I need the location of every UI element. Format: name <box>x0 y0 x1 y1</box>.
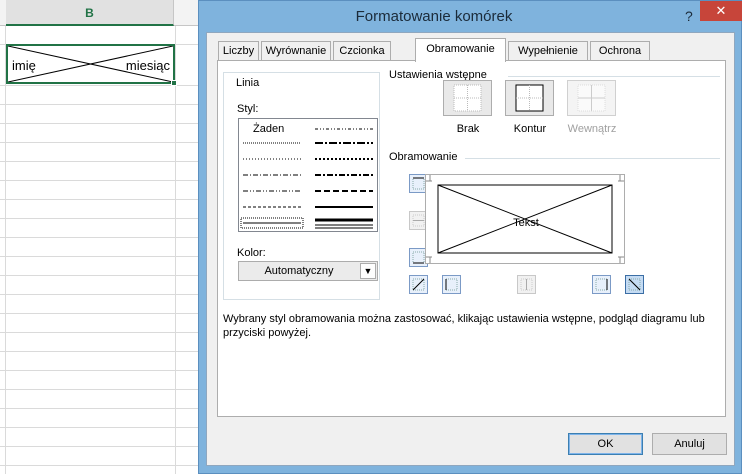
tab-liczby[interactable]: Liczby <box>218 41 259 61</box>
row-divider <box>0 218 210 219</box>
row-divider <box>0 275 210 276</box>
row-divider <box>0 85 210 86</box>
line-style-none[interactable]: Żaden <box>253 123 284 135</box>
border-diagonal-down-button[interactable] <box>625 275 644 294</box>
border-inside-vertical-icon <box>520 278 533 291</box>
color-dropdown-value: Automatyczny <box>264 265 334 277</box>
fill-handle[interactable] <box>171 80 177 86</box>
row-divider <box>0 104 210 105</box>
border-diagonal-down-icon <box>628 278 641 291</box>
help-text: Wybrany styl obramowania można zastosowa… <box>223 313 705 339</box>
cancel-button[interactable]: Anuluj <box>652 433 727 455</box>
dialog-title: Formatowanie komórek <box>355 8 513 25</box>
row-divider <box>0 237 210 238</box>
preset-outline-icon <box>515 84 544 112</box>
row-divider <box>0 446 210 447</box>
border-left-icon <box>445 278 458 291</box>
help-button[interactable]: ? <box>685 8 693 24</box>
cell-text-right: miesiąc <box>125 58 170 73</box>
preset-none-button[interactable] <box>443 80 492 116</box>
chevron-down-icon[interactable]: ▼ <box>360 263 376 279</box>
column-divider <box>175 26 176 474</box>
line-style-list[interactable]: Żaden <box>238 118 378 232</box>
border-diagonal-up-button[interactable] <box>409 275 428 294</box>
preset-inside-icon <box>577 84 606 112</box>
row-divider <box>0 199 210 200</box>
row-divider <box>0 294 210 295</box>
close-button[interactable]: ✕ <box>700 1 742 21</box>
tab-wyrownanie[interactable]: Wyrównanie <box>261 41 331 61</box>
row-divider <box>0 256 210 257</box>
spreadsheet-area: B imię miesiąc <box>0 0 210 474</box>
ok-button[interactable]: OK <box>568 433 643 455</box>
border-diagonal-up-icon <box>412 278 425 291</box>
row-divider <box>0 427 210 428</box>
color-label: Kolor: <box>237 247 266 259</box>
tab-obramowanie[interactable]: Obramowanie <box>415 38 506 62</box>
format-cells-dialog: Formatowanie komórek ? ✕ Liczby Wyrównan… <box>198 0 742 474</box>
row-divider <box>0 465 210 466</box>
cell-text-left: imię <box>12 58 36 73</box>
group-divider <box>465 158 720 159</box>
preset-inside-label: Wewnątrz <box>567 123 617 135</box>
border-group-title: Obramowanie <box>389 151 461 163</box>
border-right-icon <box>595 278 608 291</box>
tab-czcionka[interactable]: Czcionka <box>333 41 391 61</box>
column-divider <box>5 26 6 474</box>
tab-label: Liczby <box>222 45 255 57</box>
row-divider <box>0 313 210 314</box>
row-divider <box>0 180 210 181</box>
dialog-titlebar[interactable]: Formatowanie komórek ? ✕ <box>199 1 742 33</box>
preset-none-label: Brak <box>456 123 480 135</box>
column-header-b[interactable]: B <box>6 0 174 26</box>
row-divider <box>0 408 210 409</box>
tab-ochrona[interactable]: Ochrona <box>590 41 650 61</box>
row-divider <box>0 332 210 333</box>
border-tab-panel: Linia Styl: Żaden Kolor: Automatyczny ▼ … <box>217 60 726 417</box>
row-divider <box>0 389 210 390</box>
border-left-button[interactable] <box>442 275 461 294</box>
row-divider <box>0 351 210 352</box>
row-divider <box>0 123 210 124</box>
dialog-client-area: Liczby Wyrównanie Czcionka Obramowanie W… <box>206 32 735 466</box>
line-style-swatches <box>240 128 373 229</box>
border-right-button[interactable] <box>592 275 611 294</box>
tab-wypelnienie[interactable]: Wypełnienie <box>508 41 588 61</box>
color-dropdown[interactable]: Automatyczny ▼ <box>238 261 378 281</box>
style-label: Styl: <box>237 103 259 115</box>
tab-label: Czcionka <box>339 45 385 57</box>
tab-label: Obramowanie <box>426 43 495 55</box>
row-divider <box>0 370 210 371</box>
tab-label: Wyrównanie <box>265 45 327 57</box>
line-group: Linia Styl: Żaden Kolor: Automatyczny ▼ <box>223 72 380 300</box>
preview-text: Tekst <box>513 217 539 229</box>
preset-inside-button[interactable] <box>567 80 616 116</box>
row-divider <box>0 161 210 162</box>
row-divider <box>0 142 210 143</box>
line-group-title: Linia <box>234 77 262 89</box>
tab-label: Wypełnienie <box>518 45 578 57</box>
tab-label: Ochrona <box>598 45 642 57</box>
group-divider <box>508 76 720 77</box>
border-inside-vertical-button[interactable] <box>517 275 536 294</box>
preset-outline-label: Kontur <box>513 123 547 135</box>
preset-outline-button[interactable] <box>505 80 554 116</box>
border-preview[interactable]: Tekst <box>425 174 625 264</box>
selected-cell[interactable]: imię miesiąc <box>6 44 177 86</box>
preset-none-icon <box>453 84 482 112</box>
